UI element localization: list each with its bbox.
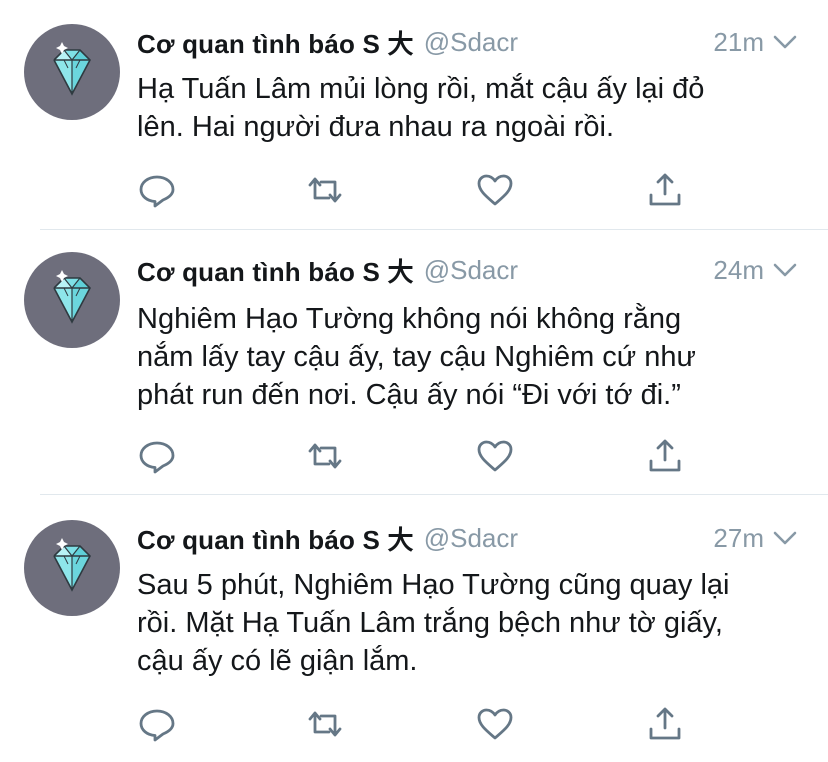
tweet-text-line: cậu ấy có lẽ giận lắm.: [137, 645, 418, 677]
chevron-down-icon[interactable]: [772, 259, 798, 281]
tweet-text-line: rồi. Mặt Hạ Tuấn Lâm trắng bệch như tờ g…: [137, 607, 723, 639]
author-handle[interactable]: @Sdacr: [424, 27, 518, 58]
timestamp[interactable]: 21m: [713, 22, 764, 62]
timestamp[interactable]: 27m: [713, 518, 764, 558]
tweet[interactable]: Cơ quan tình báo S 大 @Sdacr 21m Hạ Tuấn …: [0, 0, 828, 230]
share-icon: [649, 173, 681, 206]
retweet-button[interactable]: [305, 170, 345, 210]
retweet-icon: [308, 711, 342, 737]
timestamp[interactable]: 24m: [713, 250, 764, 290]
diamond-icon: [53, 42, 91, 96]
share-button[interactable]: [645, 170, 685, 210]
tweet-text-line: nắm lấy tay cậu ấy, tay cậu Nghiêm cứ nh…: [137, 341, 696, 373]
reply-icon: [139, 441, 175, 474]
avatar[interactable]: [24, 24, 120, 120]
retweet-icon: [308, 443, 342, 469]
heart-icon: [477, 708, 513, 740]
tweet-text-line: Nghiêm Hạo Tường không nói không rằng: [137, 303, 682, 335]
tweet-feed: Cơ quan tình báo S 大 @Sdacr 21m Hạ Tuấn …: [0, 0, 828, 762]
tweet-header: Cơ quan tình báo S 大 @Sdacr 24m: [137, 250, 798, 290]
retweet-icon: [308, 177, 342, 203]
tweet[interactable]: Cơ quan tình báo S 大 @Sdacr 27m Sau 5 ph…: [0, 496, 828, 742]
tweet-text: Sau 5 phút, Nghiêm Hạo Tường cũng quay l…: [137, 566, 807, 680]
author-name[interactable]: Cơ quan tình báo S 大: [137, 252, 414, 289]
author-handle[interactable]: @Sdacr: [424, 255, 518, 286]
tweet-header: Cơ quan tình báo S 大 @Sdacr 27m: [137, 518, 798, 558]
avatar[interactable]: [24, 252, 120, 348]
share-button[interactable]: [645, 704, 685, 744]
tweet-text-line: phát run đến nơi. Cậu ấy nói “Đi với tớ …: [137, 379, 681, 411]
retweet-button[interactable]: [305, 436, 345, 476]
heart-icon: [477, 174, 513, 206]
share-icon: [649, 707, 681, 740]
author-handle[interactable]: @Sdacr: [424, 523, 518, 554]
chevron-down-icon[interactable]: [772, 31, 798, 53]
tweet-actions: [0, 436, 828, 476]
tweet-text: Nghiêm Hạo Tường không nói không rằng nắ…: [137, 300, 807, 414]
reply-button[interactable]: [137, 436, 177, 476]
author-name[interactable]: Cơ quan tình báo S 大: [137, 520, 414, 557]
tweet-text-line: Sau 5 phút, Nghiêm Hạo Tường cũng quay l…: [137, 569, 730, 601]
like-button[interactable]: [475, 704, 515, 744]
tweet-actions: [0, 704, 828, 744]
reply-button[interactable]: [137, 704, 177, 744]
share-icon: [649, 439, 681, 472]
like-button[interactable]: [475, 436, 515, 476]
tweet[interactable]: Cơ quan tình báo S 大 @Sdacr 24m Nghiêm H…: [0, 230, 828, 474]
retweet-button[interactable]: [305, 704, 345, 744]
reply-button[interactable]: [137, 170, 177, 210]
chevron-down-icon[interactable]: [772, 527, 798, 549]
like-button[interactable]: [475, 170, 515, 210]
diamond-icon: [53, 270, 91, 324]
tweet-text-line: Hạ Tuấn Lâm mủi lòng rồi, mắt cậu ấy lại…: [137, 73, 705, 105]
tweet-header: Cơ quan tình báo S 大 @Sdacr 21m: [137, 22, 798, 62]
reply-icon: [139, 709, 175, 742]
reply-icon: [139, 175, 175, 208]
tweet-divider: [40, 494, 828, 495]
share-button[interactable]: [645, 436, 685, 476]
tweet-text: Hạ Tuấn Lâm mủi lòng rồi, mắt cậu ấy lại…: [137, 70, 807, 146]
avatar[interactable]: [24, 520, 120, 616]
heart-icon: [477, 440, 513, 472]
tweet-divider: [40, 229, 828, 230]
diamond-icon: [53, 538, 91, 592]
tweet-actions: [0, 170, 828, 210]
tweet-text-line: lên. Hai người đưa nhau ra ngoài rồi.: [137, 111, 615, 143]
author-name[interactable]: Cơ quan tình báo S 大: [137, 24, 414, 61]
